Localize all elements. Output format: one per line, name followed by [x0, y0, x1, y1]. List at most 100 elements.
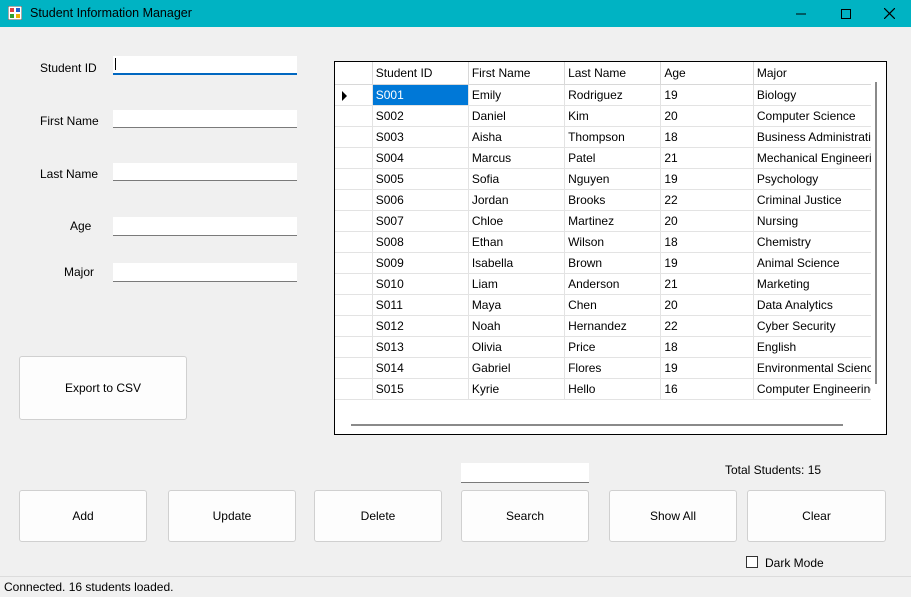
cell-last-name[interactable]: Price: [564, 336, 662, 358]
row-header[interactable]: [335, 336, 373, 358]
cell-first-name[interactable]: Isabella: [468, 252, 566, 274]
cell-age[interactable]: 20: [660, 210, 754, 232]
vertical-scroll-thumb[interactable]: [875, 82, 877, 384]
cell-last-name[interactable]: Martinez: [564, 210, 662, 232]
cell-student-id[interactable]: S003: [372, 126, 469, 148]
row-header[interactable]: [335, 84, 373, 106]
table-row[interactable]: S002 Daniel Kim 20 Computer Science: [335, 105, 886, 127]
cell-first-name[interactable]: Chloe: [468, 210, 566, 232]
cell-age[interactable]: 20: [660, 105, 754, 127]
table-row[interactable]: S009 Isabella Brown 19 Animal Science: [335, 252, 886, 274]
cell-first-name[interactable]: Olivia: [468, 336, 566, 358]
show-all-button[interactable]: Show All: [609, 490, 737, 542]
cell-last-name[interactable]: Chen: [564, 294, 662, 316]
table-row[interactable]: S013 Olivia Price 18 English: [335, 336, 886, 358]
cell-student-id[interactable]: S007: [372, 210, 469, 232]
row-header[interactable]: [335, 168, 373, 190]
cell-student-id[interactable]: S012: [372, 315, 469, 337]
row-header[interactable]: [335, 105, 373, 127]
row-header[interactable]: [335, 357, 373, 379]
cell-major[interactable]: Environmental Science: [753, 357, 886, 379]
cell-first-name[interactable]: Daniel: [468, 105, 566, 127]
update-button[interactable]: Update: [168, 490, 296, 542]
title-bar[interactable]: Student Information Manager: [0, 0, 911, 27]
student-id-field[interactable]: [113, 56, 297, 75]
cell-age[interactable]: 22: [660, 189, 754, 211]
vertical-scrollbar[interactable]: [871, 62, 886, 416]
cell-first-name[interactable]: Emily: [468, 84, 566, 106]
cell-student-id[interactable]: S006: [372, 189, 469, 211]
cell-age[interactable]: 16: [660, 378, 754, 400]
cell-first-name[interactable]: Kyrie: [468, 378, 566, 400]
table-row[interactable]: S008 Ethan Wilson 18 Chemistry: [335, 231, 886, 253]
cell-first-name[interactable]: Jordan: [468, 189, 566, 211]
cell-age[interactable]: 19: [660, 357, 754, 379]
cell-age[interactable]: 20: [660, 294, 754, 316]
row-header[interactable]: [335, 189, 373, 211]
cell-major[interactable]: Data Analytics: [753, 294, 886, 316]
cell-major[interactable]: Psychology: [753, 168, 886, 190]
minimize-button[interactable]: [778, 0, 824, 27]
table-row[interactable]: S011 Maya Chen 20 Data Analytics: [335, 294, 886, 316]
cell-major[interactable]: Criminal Justice: [753, 189, 886, 211]
cell-age[interactable]: 18: [660, 126, 754, 148]
last-name-field[interactable]: [113, 163, 297, 181]
search-button[interactable]: Search: [461, 490, 589, 542]
table-row[interactable]: S004 Marcus Patel 21 Mechanical Engineering: [335, 147, 886, 169]
cell-student-id[interactable]: S005: [372, 168, 469, 190]
cell-first-name[interactable]: Aisha: [468, 126, 566, 148]
cell-first-name[interactable]: Sofia: [468, 168, 566, 190]
cell-last-name[interactable]: Flores: [564, 357, 662, 379]
cell-major[interactable]: Cyber Security: [753, 315, 886, 337]
cell-age[interactable]: 19: [660, 252, 754, 274]
cell-last-name[interactable]: Brooks: [564, 189, 662, 211]
cell-first-name[interactable]: Noah: [468, 315, 566, 337]
cell-major[interactable]: English: [753, 336, 886, 358]
cell-age[interactable]: 19: [660, 168, 754, 190]
first-name-field[interactable]: [113, 110, 297, 128]
cell-first-name[interactable]: Liam: [468, 273, 566, 295]
cell-major[interactable]: Mechanical Engineering: [753, 147, 886, 169]
add-button[interactable]: Add: [19, 490, 147, 542]
cell-student-id[interactable]: S011: [372, 294, 469, 316]
dark-mode-label[interactable]: Dark Mode: [765, 556, 824, 570]
cell-first-name[interactable]: Gabriel: [468, 357, 566, 379]
table-row[interactable]: S014 Gabriel Flores 19 Environmental Science: [335, 357, 886, 379]
row-header[interactable]: [335, 231, 373, 253]
cell-age[interactable]: 18: [660, 231, 754, 253]
table-row[interactable]: S006 Jordan Brooks 22 Criminal Justice: [335, 189, 886, 211]
table-row[interactable]: S012 Noah Hernandez 22 Cyber Security: [335, 315, 886, 337]
age-field[interactable]: [113, 217, 297, 236]
cell-last-name[interactable]: Anderson: [564, 273, 662, 295]
search-input[interactable]: [461, 463, 589, 483]
cell-first-name[interactable]: Marcus: [468, 147, 566, 169]
cell-age[interactable]: 18: [660, 336, 754, 358]
close-button[interactable]: [866, 0, 911, 27]
row-header[interactable]: [335, 252, 373, 274]
cell-age[interactable]: 22: [660, 315, 754, 337]
table-row[interactable]: S015 Kyrie Hello 16 Computer Engineering: [335, 378, 886, 400]
cell-last-name[interactable]: Wilson: [564, 231, 662, 253]
cell-age[interactable]: 21: [660, 273, 754, 295]
column-header-major[interactable]: Major: [753, 62, 886, 85]
cell-major[interactable]: Nursing: [753, 210, 886, 232]
clear-button[interactable]: Clear: [747, 490, 886, 542]
table-row[interactable]: S010 Liam Anderson 21 Marketing: [335, 273, 886, 295]
cell-last-name[interactable]: Thompson: [564, 126, 662, 148]
row-header[interactable]: [335, 210, 373, 232]
column-header-first-name[interactable]: First Name: [468, 62, 566, 85]
cell-major[interactable]: Biology: [753, 84, 886, 106]
cell-student-id[interactable]: S015: [372, 378, 469, 400]
cell-major[interactable]: Computer Science: [753, 105, 886, 127]
table-row[interactable]: S007 Chloe Martinez 20 Nursing: [335, 210, 886, 232]
cell-first-name[interactable]: Ethan: [468, 231, 566, 253]
cell-student-id[interactable]: S009: [372, 252, 469, 274]
row-header[interactable]: [335, 294, 373, 316]
cell-student-id[interactable]: S014: [372, 357, 469, 379]
cell-student-id[interactable]: S004: [372, 147, 469, 169]
cell-first-name[interactable]: Maya: [468, 294, 566, 316]
row-header[interactable]: [335, 126, 373, 148]
table-row[interactable]: S001 Emily Rodriguez 19 Biology: [335, 84, 886, 106]
column-header-student-id[interactable]: Student ID: [372, 62, 469, 85]
cell-major[interactable]: Business Administration: [753, 126, 886, 148]
